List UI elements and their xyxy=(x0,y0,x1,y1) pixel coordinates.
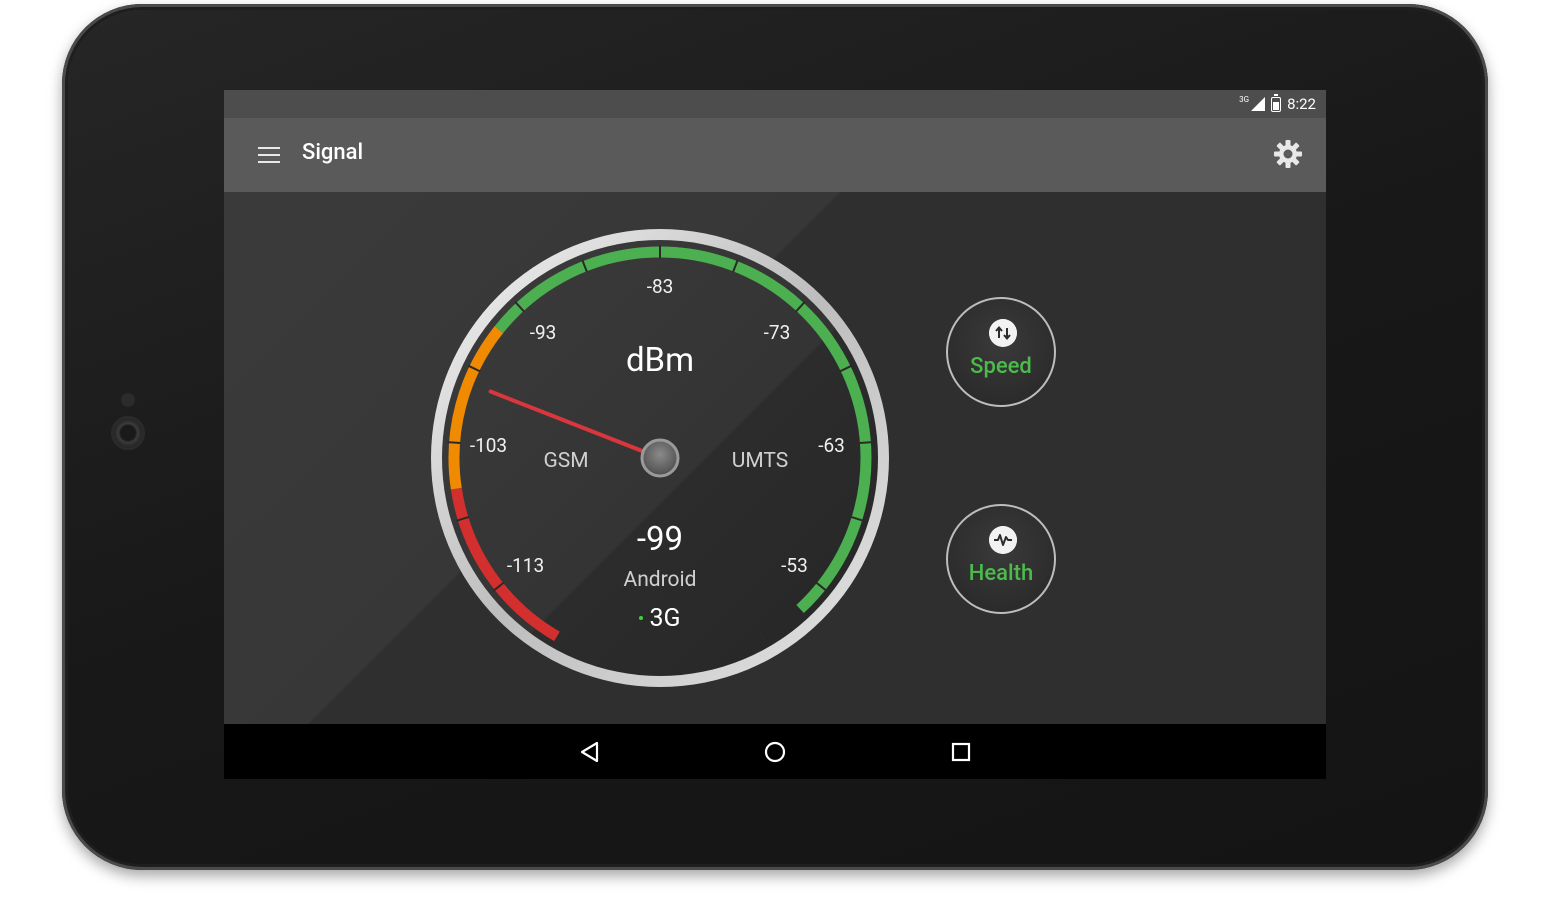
front-camera xyxy=(113,418,143,448)
main-content: -113 -103 -93 -83 -73 -63 -53 dBm GSM UMTS -99… xyxy=(224,192,1326,724)
gauge-tick xyxy=(859,441,873,445)
gsm-label: GSM xyxy=(543,449,588,473)
health-label: Health xyxy=(968,561,1034,586)
speed-label: Speed xyxy=(970,354,1032,379)
signal-gauge: -113 -103 -93 -83 -73 -63 -53 dBm GSM UMTS -99… xyxy=(431,229,889,687)
battery-icon xyxy=(1271,93,1282,112)
status-bar: 3G 8:22 xyxy=(224,90,1326,118)
network-indicator-dot xyxy=(639,616,643,620)
gauge-tick xyxy=(447,441,461,445)
back-icon[interactable] xyxy=(576,738,604,766)
navigation-bar xyxy=(224,724,1326,779)
gauge-tick-label: -113 xyxy=(507,554,544,577)
health-button[interactable]: Health xyxy=(946,504,1056,614)
gauge-unit: dBm xyxy=(626,341,694,380)
signal-strength-icon xyxy=(1251,97,1266,111)
light-sensor xyxy=(121,393,135,407)
gauge-tick-label: -73 xyxy=(764,321,791,344)
speed-button[interactable]: Speed xyxy=(946,297,1056,407)
signal-value: -99 xyxy=(637,520,683,559)
screen: 3G 8:22 Signal -113 -103 -93 -83 -73 -63… xyxy=(224,90,1326,779)
network-type: 3G xyxy=(649,604,680,633)
app-title: Signal xyxy=(302,140,364,165)
up-down-arrows-icon xyxy=(989,319,1017,347)
home-icon[interactable] xyxy=(761,738,789,766)
app-bar: Signal xyxy=(224,118,1326,192)
gauge-tick-label: -93 xyxy=(530,321,557,344)
network-type-indicator: 3G xyxy=(1239,94,1250,104)
gear-icon[interactable] xyxy=(1272,138,1304,170)
gauge-tick-label: -83 xyxy=(647,275,674,298)
gauge-tick-label: -103 xyxy=(470,434,507,457)
umts-label: UMTS xyxy=(732,449,789,473)
menu-icon[interactable] xyxy=(258,147,280,163)
gauge-tick-label: -63 xyxy=(818,434,845,457)
clock: 8:22 xyxy=(1287,95,1316,113)
gauge-hub xyxy=(640,438,680,478)
recents-icon[interactable] xyxy=(947,738,975,766)
pulse-icon xyxy=(989,526,1017,554)
signal-source: Android xyxy=(624,568,697,592)
gauge-tick-label: -53 xyxy=(781,554,808,577)
